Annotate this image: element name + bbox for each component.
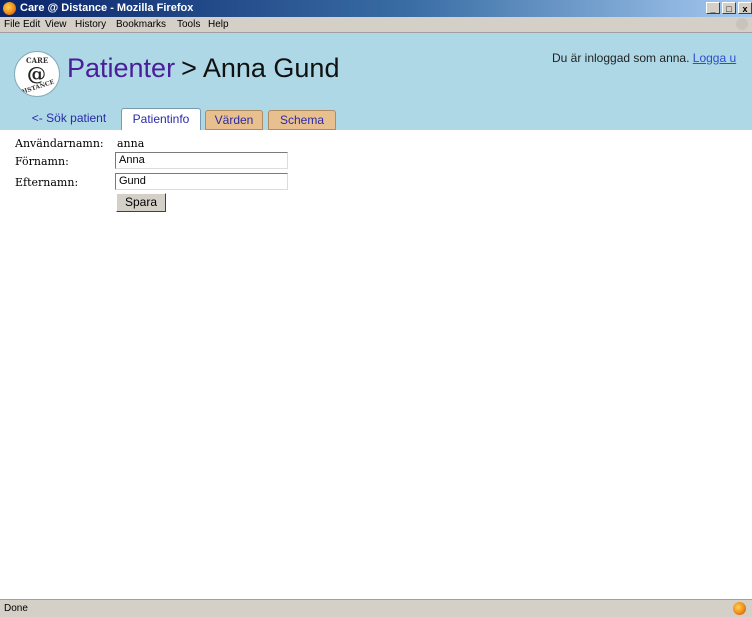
patient-name: Anna Gund xyxy=(202,53,340,83)
lastname-label: Efternamn: xyxy=(15,176,79,189)
username-value: anna xyxy=(117,137,145,150)
status-text: Done xyxy=(4,603,28,614)
close-button[interactable]: x xyxy=(738,2,752,14)
breadcrumb-patienter[interactable]: Patienter xyxy=(67,53,175,83)
care-at-distance-logo: CARE @ DISTANCE xyxy=(14,51,60,97)
tab-varden[interactable]: Värden xyxy=(205,110,263,130)
menu-edit[interactable]: Edit xyxy=(23,19,40,30)
throbber-icon xyxy=(736,18,748,30)
menu-help[interactable]: Help xyxy=(208,19,229,30)
firstname-input[interactable]: Anna xyxy=(115,152,288,169)
firefox-status-icon xyxy=(733,602,746,615)
menu-view[interactable]: View xyxy=(45,19,67,30)
maximize-button[interactable]: □ xyxy=(722,2,736,14)
logout-link[interactable]: Logga u xyxy=(693,51,736,65)
page-title: Patienter > Anna Gund xyxy=(67,53,339,84)
status-bar: Done xyxy=(0,599,752,617)
tab-patientinfo[interactable]: Patientinfo xyxy=(121,108,201,130)
login-info: Du är inloggad som anna. Logga u xyxy=(552,51,736,65)
tab-search-patient[interactable]: <- Sök patient xyxy=(22,108,116,130)
menu-tools[interactable]: Tools xyxy=(177,19,200,30)
save-button[interactable]: Spara xyxy=(116,193,166,212)
lastname-input[interactable]: Gund xyxy=(115,173,288,190)
window-title: Care @ Distance - Mozilla Firefox xyxy=(20,2,194,14)
window-controls: _ □ x xyxy=(706,2,752,14)
menu-bookmarks[interactable]: Bookmarks xyxy=(116,19,166,30)
login-status-text: Du är inloggad som anna. xyxy=(552,51,690,65)
tab-schema[interactable]: Schema xyxy=(268,110,336,130)
menu-history[interactable]: History xyxy=(75,19,106,30)
window-title-bar: Care @ Distance - Mozilla Firefox _ □ x xyxy=(0,0,752,17)
firstname-label: Förnamn: xyxy=(15,155,69,168)
menu-file[interactable]: File xyxy=(4,19,20,30)
minimize-button[interactable]: _ xyxy=(706,2,720,14)
menu-bar: File Edit View History Bookmarks Tools H… xyxy=(0,17,752,33)
firefox-icon xyxy=(3,2,16,15)
username-label: Användarnamn: xyxy=(15,137,104,150)
breadcrumb-separator: > xyxy=(181,53,197,83)
